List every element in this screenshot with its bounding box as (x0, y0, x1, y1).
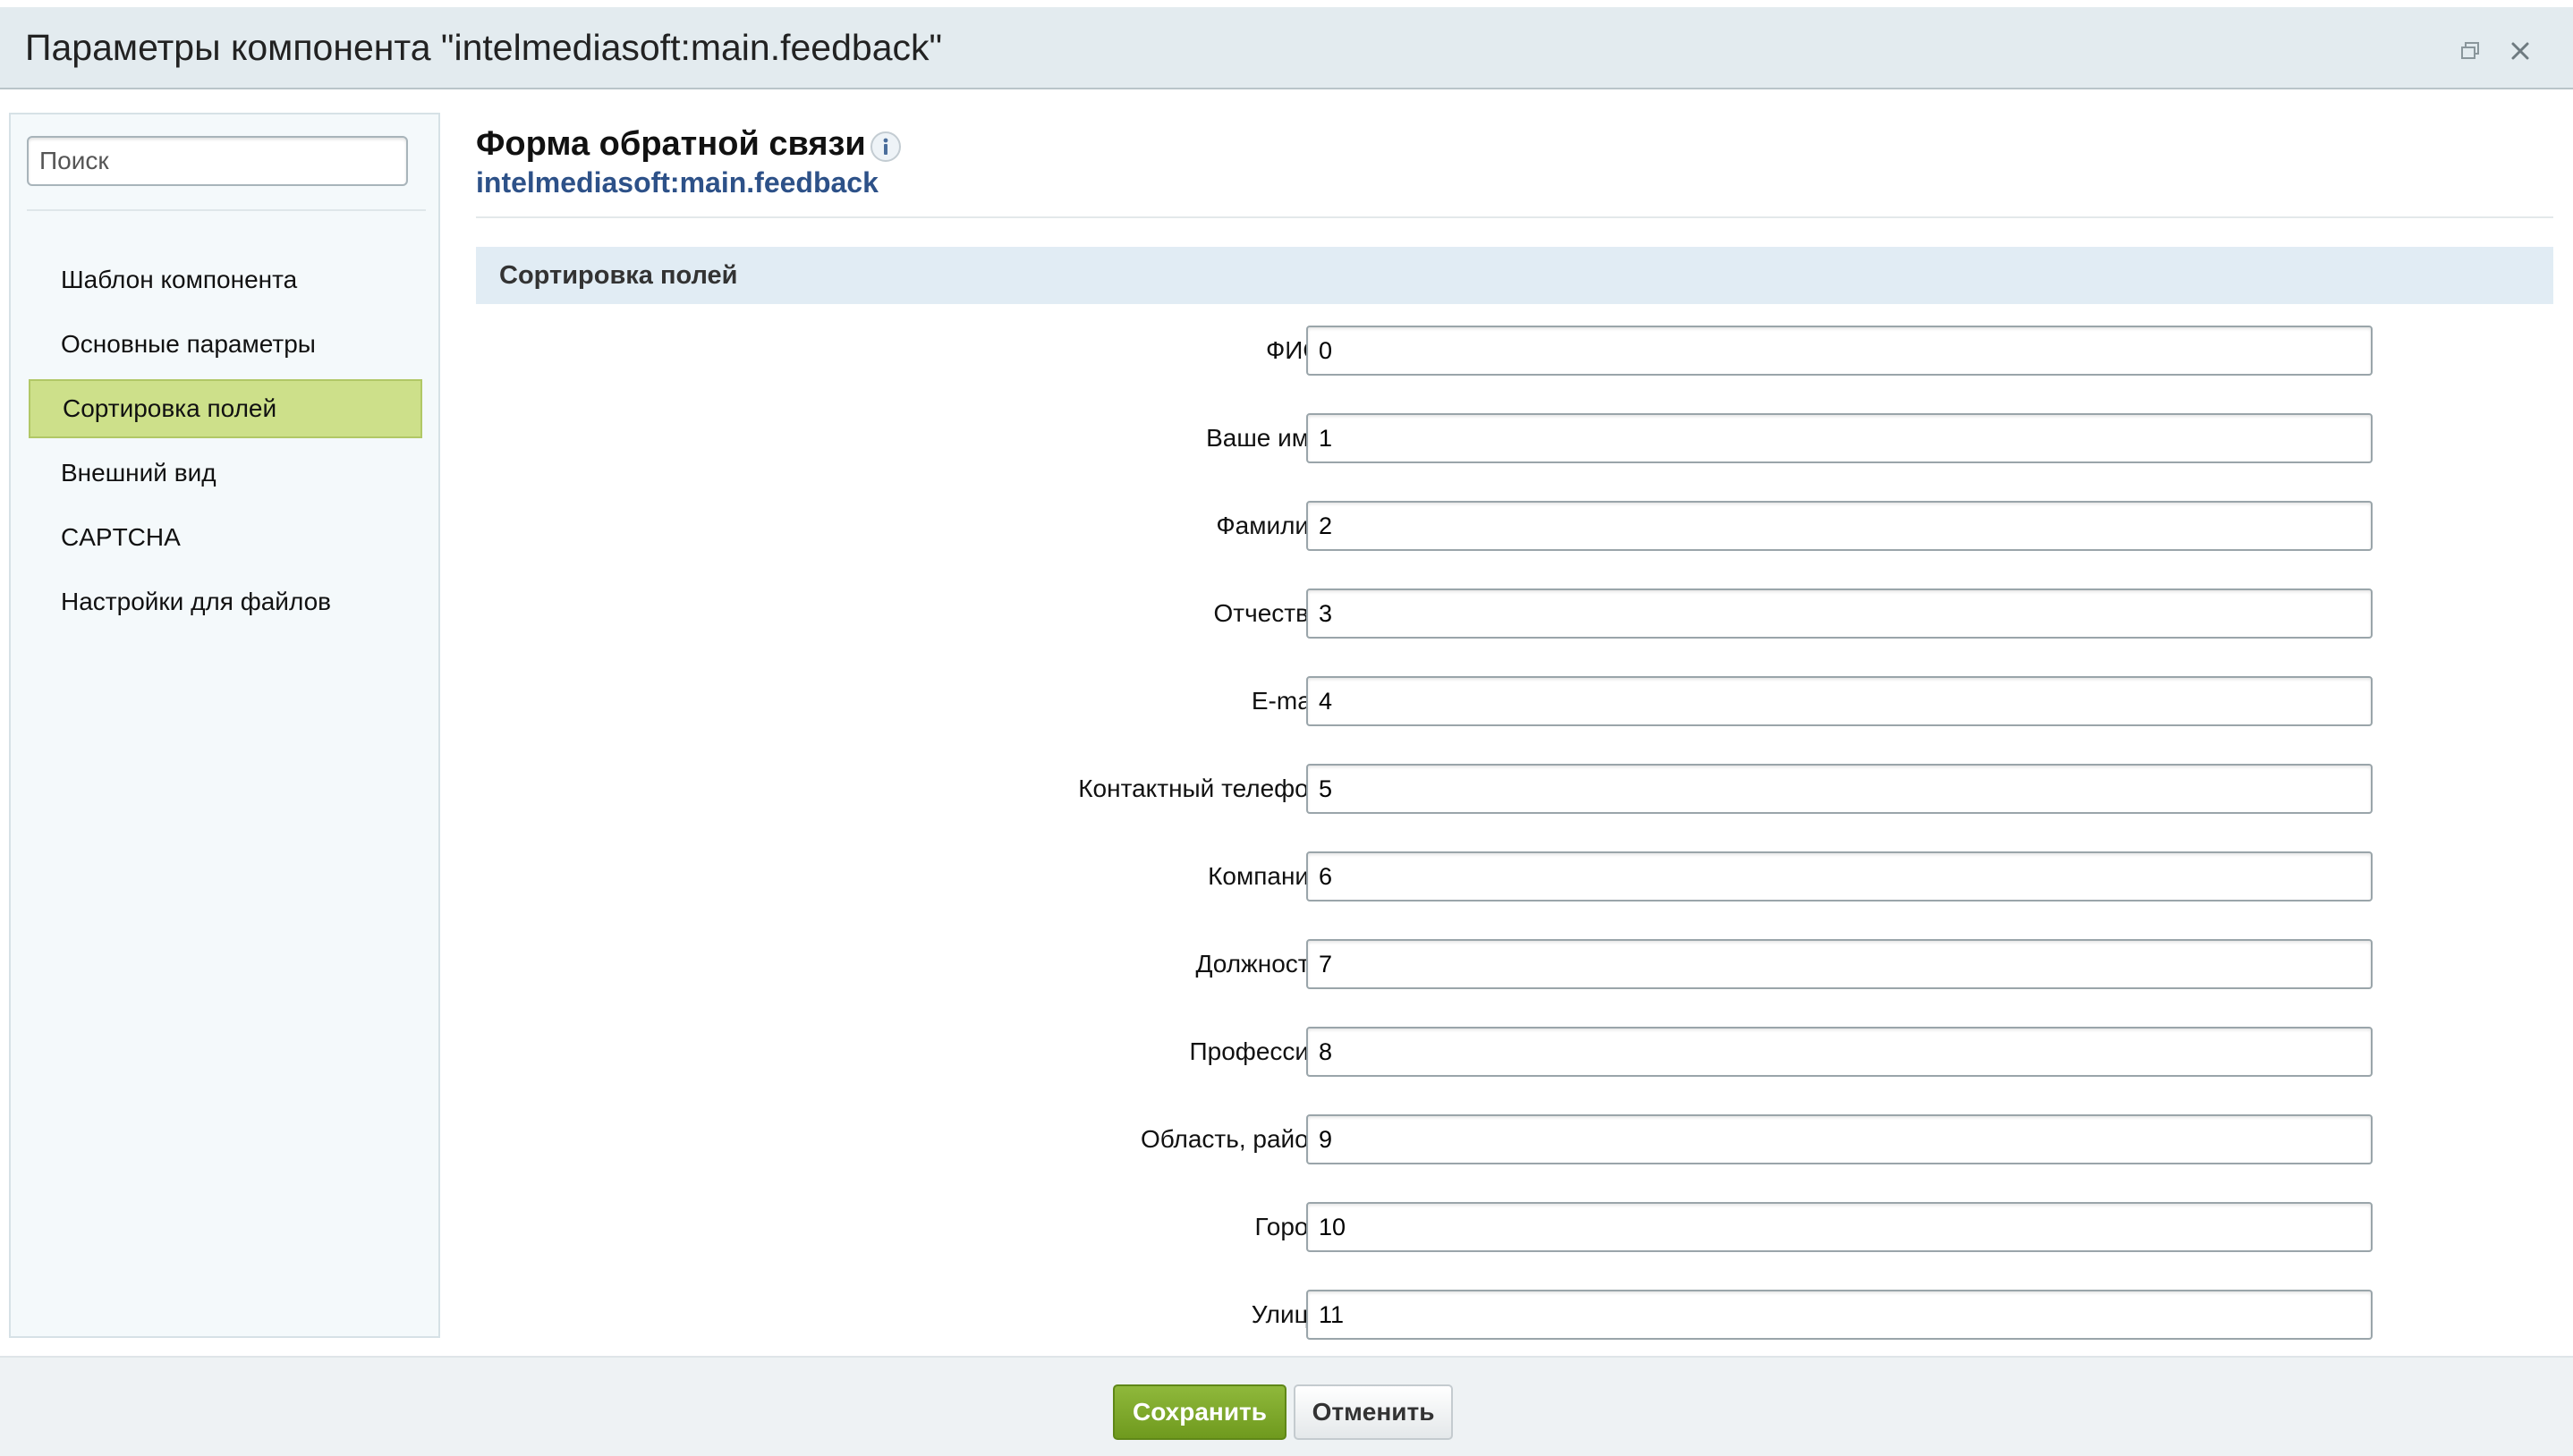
save-button[interactable]: Сохранить (1113, 1384, 1286, 1440)
sidebar-item-label: Шаблон компонента (61, 266, 298, 293)
field-row: Отчество: (476, 588, 2553, 639)
section-header: Сортировка полей (476, 247, 2553, 304)
sidebar-item-label: CAPTCHA (61, 523, 181, 551)
dialog-titlebar[interactable]: Параметры компонента "intelmediasoft:mai… (0, 7, 2573, 89)
field-input[interactable] (1306, 676, 2373, 726)
field-input[interactable] (1306, 413, 2373, 463)
field-input[interactable] (1306, 1114, 2373, 1164)
field-input[interactable] (1306, 851, 2373, 902)
field-row: Контактный телефон: (476, 764, 2553, 814)
field-row: Фамилия: (476, 501, 2553, 551)
sidebar-item-label: Основные параметры (61, 330, 316, 358)
sidebar-item-template[interactable]: Шаблон компонента (29, 250, 422, 309)
field-input[interactable] (1306, 501, 2373, 551)
sidebar: Шаблон компонента Основные параметры Сор… (9, 113, 440, 1338)
sidebar-item-captcha[interactable]: CAPTCHA (29, 508, 422, 567)
component-params-dialog: Параметры компонента "intelmediasoft:mai… (0, 0, 2573, 1456)
field-row: Должность: (476, 939, 2553, 989)
field-label: Контактный телефон: (1078, 775, 1329, 802)
dialog-title: Параметры компонента "intelmediasoft:mai… (25, 27, 943, 68)
field-input[interactable] (1306, 1027, 2373, 1077)
sidebar-item-field-sorting[interactable]: Сортировка полей (29, 379, 422, 438)
sidebar-item-appearance[interactable]: Внешний вид (29, 444, 422, 503)
field-row: Город: (476, 1202, 2553, 1252)
cancel-button[interactable]: Отменить (1294, 1384, 1453, 1440)
field-row: Ваше имя: (476, 413, 2553, 463)
field-row: Компания: (476, 851, 2553, 902)
info-icon[interactable] (870, 131, 902, 163)
header-divider (476, 216, 2553, 218)
sidebar-item-label: Внешний вид (61, 459, 217, 487)
field-row: E-mail: (476, 676, 2553, 726)
search-input[interactable] (27, 136, 408, 186)
field-row: ФИО: (476, 326, 2553, 376)
field-row: Область, район: (476, 1114, 2553, 1164)
sidebar-item-main-params[interactable]: Основные параметры (29, 315, 422, 374)
field-input[interactable] (1306, 1202, 2373, 1252)
sidebar-divider (27, 209, 426, 211)
component-code: intelmediasoft:main.feedback (476, 166, 879, 199)
sidebar-item-label: Сортировка полей (63, 394, 277, 422)
field-label: Область, район: (1140, 1125, 1329, 1153)
dialog-footer: Сохранить Отменить (0, 1356, 2573, 1456)
restore-icon[interactable] (2458, 39, 2482, 63)
field-input[interactable] (1306, 326, 2373, 376)
component-title: Форма обратной связи (476, 125, 866, 163)
sidebar-item-label: Настройки для файлов (61, 588, 332, 615)
field-row: Улица: (476, 1290, 2553, 1340)
field-input[interactable] (1306, 939, 2373, 989)
close-icon[interactable] (2509, 39, 2532, 63)
field-input[interactable] (1306, 588, 2373, 639)
sidebar-item-file-settings[interactable]: Настройки для файлов (29, 572, 422, 631)
field-row: Профессия: (476, 1027, 2553, 1077)
field-input[interactable] (1306, 764, 2373, 814)
field-input[interactable] (1306, 1290, 2373, 1340)
